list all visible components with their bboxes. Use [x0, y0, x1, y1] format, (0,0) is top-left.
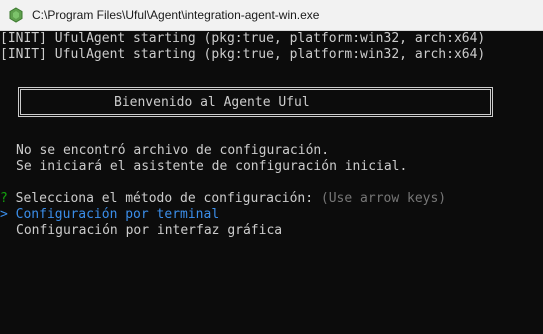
prompt-hint: (Use arrow keys) [320, 191, 447, 206]
welcome-banner: Bienvenido al Agente Uful [18, 87, 493, 117]
prompt-question: Selecciona el método de configuración: [15, 191, 314, 206]
init-log-line: [INIT] UfulAgent starting (pkg:true, pla… [0, 31, 486, 46]
prompt-marker: ? [0, 191, 8, 206]
title-bar[interactable]: C:\Program Files\Uful\Agent\integration-… [0, 0, 543, 31]
window-title: C:\Program Files\Uful\Agent\integration-… [32, 8, 320, 22]
node-hexagon-icon [9, 7, 23, 23]
wizard-start-message: Se iniciará el asistente de configuració… [16, 159, 408, 174]
selection-pointer-icon: > [0, 207, 8, 222]
option-label: Configuración por interfaz gráfica [16, 223, 283, 238]
config-method-prompt: ? Selecciona el método de configuración:… [0, 191, 446, 207]
welcome-banner-text: Bienvenido al Agente Uful [114, 95, 310, 110]
init-log-line: [INIT] UfulAgent starting (pkg:true, pla… [0, 47, 486, 62]
config-missing-message: No se encontró archivo de configuración. [16, 143, 330, 158]
option-label: Configuración por terminal [15, 207, 220, 222]
console-output[interactable]: [INIT] UfulAgent starting (pkg:true, pla… [0, 31, 543, 334]
option-gui-config[interactable]: Configuración por interfaz gráfica [16, 223, 282, 239]
terminal-window: C:\Program Files\Uful\Agent\integration-… [0, 0, 543, 334]
option-terminal-config[interactable]: > Configuración por terminal [0, 207, 219, 223]
